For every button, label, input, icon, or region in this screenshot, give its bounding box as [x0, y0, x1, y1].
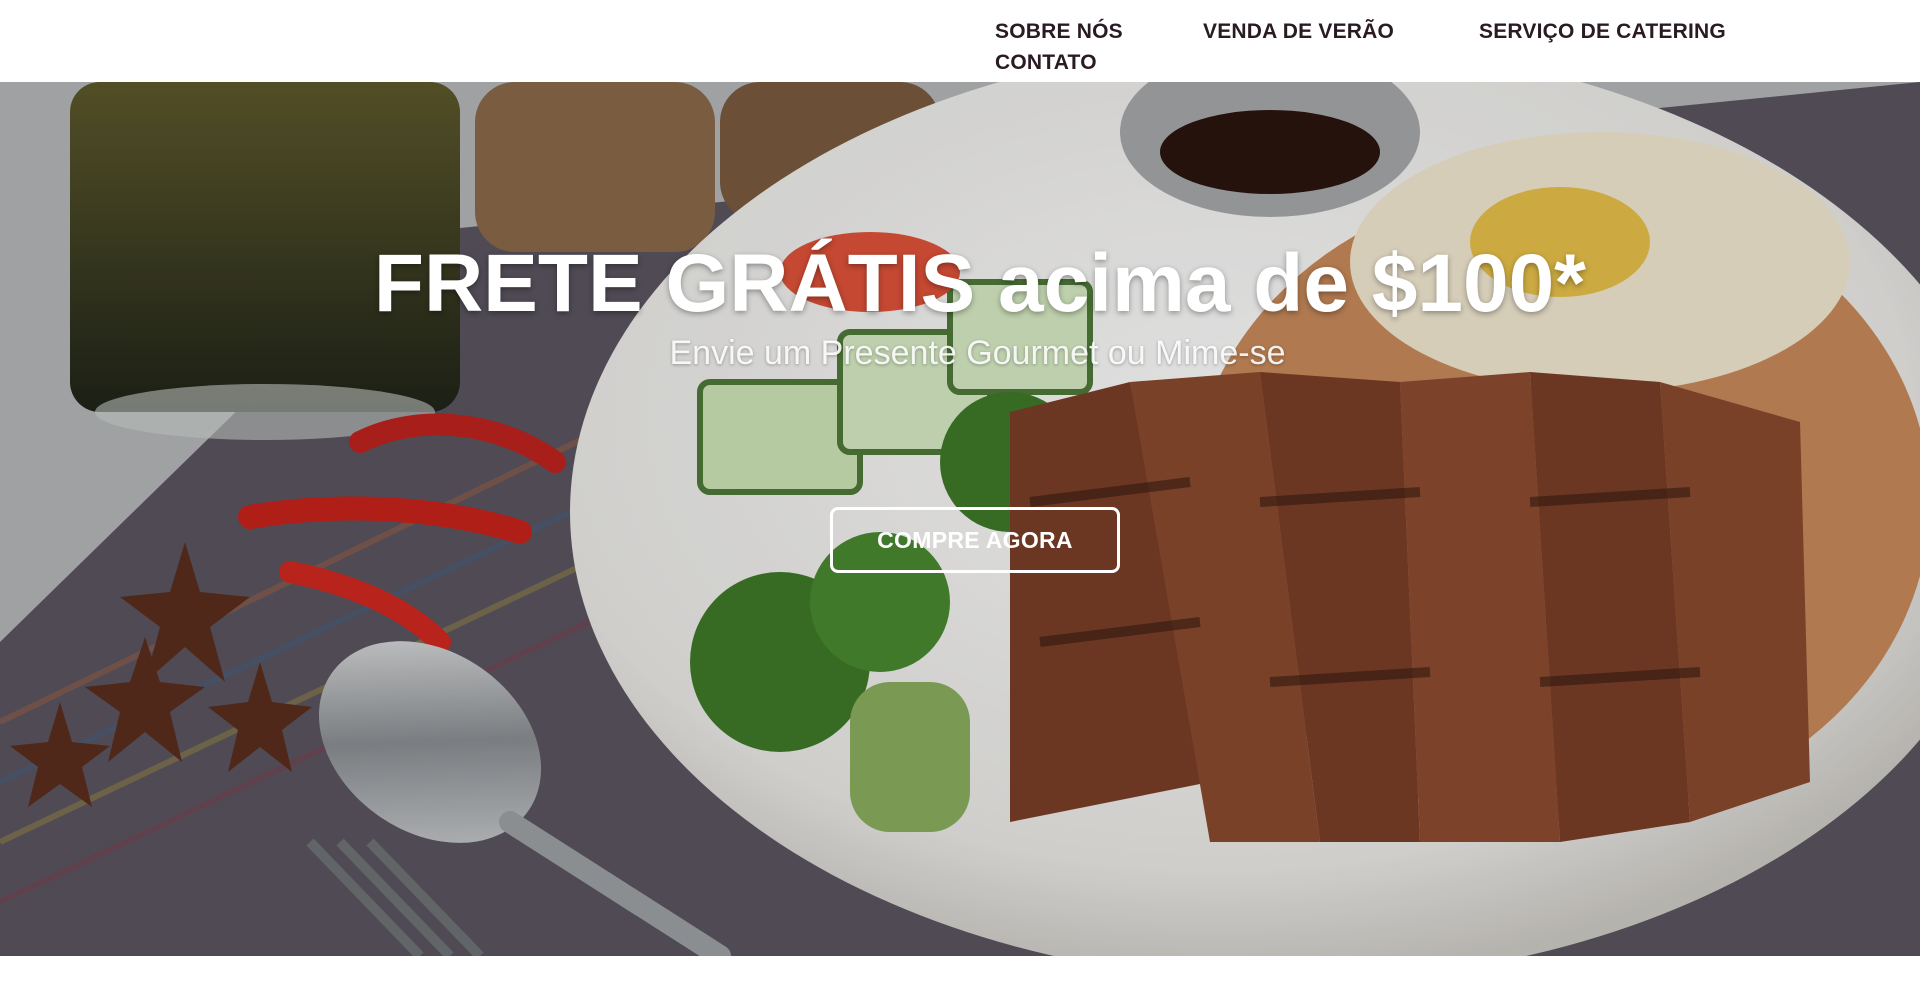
- top-navigation-bar: SOBRE NÓS VENDA DE VERÃO SERVIÇO DE CATE…: [0, 0, 1920, 82]
- nav-link-summer-sale[interactable]: VENDA DE VERÃO: [1203, 20, 1394, 44]
- nav-link-about[interactable]: SOBRE NÓS: [995, 20, 1123, 44]
- nav-link-contact[interactable]: CONTATO: [995, 51, 1097, 75]
- hero-subheadline: Envie um Presente Gourmet ou Mime-se: [669, 334, 1286, 372]
- hero-banner: FRETE GRÁTIS acima de $100* Envie um Pre…: [0, 82, 1920, 956]
- shop-now-button[interactable]: COMPRE AGORA: [830, 507, 1120, 573]
- hero-headline: FRETE GRÁTIS acima de $100*: [373, 238, 1587, 329]
- nav-link-catering[interactable]: SERVIÇO DE CATERING: [1479, 20, 1726, 44]
